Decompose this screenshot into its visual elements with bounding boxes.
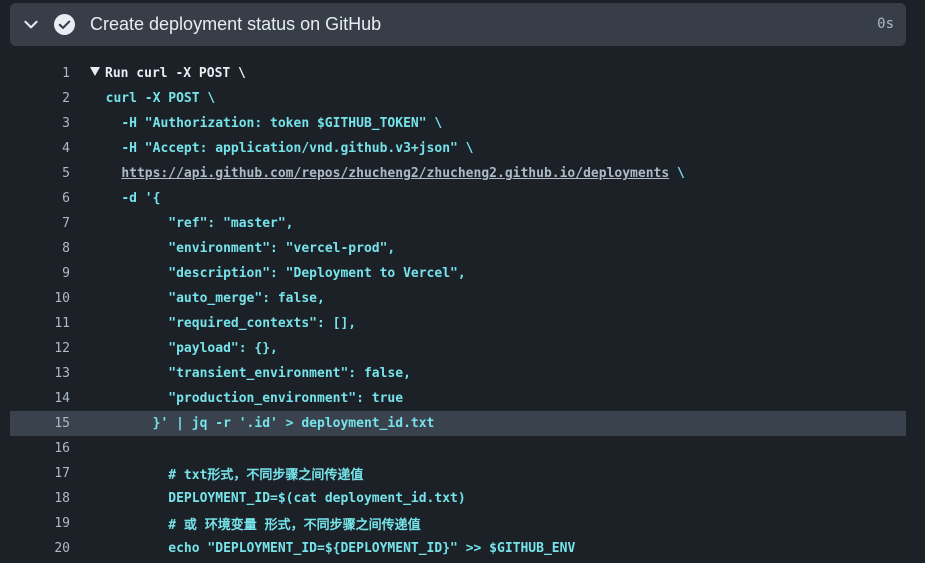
chevron-down-icon[interactable] [22, 15, 40, 33]
line-text: curl -X POST \ [105, 91, 216, 106]
line-number[interactable]: 18 [10, 491, 70, 506]
line-content: -d '{ [90, 191, 160, 206]
log-line[interactable]: 6 -d '{ [10, 186, 906, 211]
line-content: Run curl -X POST \ [90, 66, 246, 81]
log-line[interactable]: 9 "description": "Deployment to Vercel", [10, 261, 906, 286]
line-text: -H "Authorization: token $GITHUB_TOKEN" … [121, 116, 443, 131]
line-number[interactable]: 6 [10, 191, 70, 206]
line-number[interactable]: 3 [10, 116, 70, 131]
log-line[interactable]: 20 echo "DEPLOYMENT_ID=${DEPLOYMENT_ID}"… [10, 536, 906, 561]
line-content: https://api.github.com/repos/zhucheng2/z… [90, 166, 685, 181]
line-content: "description": "Deployment to Vercel", [90, 266, 466, 281]
collapse-triangle-icon[interactable] [90, 67, 100, 76]
line-content: curl -X POST \ [90, 91, 216, 106]
log-line[interactable]: 5 https://api.github.com/repos/zhucheng2… [10, 161, 906, 186]
line-content: -H "Accept: application/vnd.github.v3+js… [90, 141, 474, 156]
step-duration: 0s [877, 16, 894, 32]
step-title: Create deployment status on GitHub [90, 14, 382, 34]
check-circle-icon [54, 14, 75, 35]
line-number[interactable]: 7 [10, 216, 70, 231]
line-text: echo "DEPLOYMENT_ID=${DEPLOYMENT_ID}" >>… [168, 541, 576, 556]
line-text: "production_environment": true [168, 391, 404, 406]
line-text: DEPLOYMENT_ID=$(cat deployment_id.txt) [168, 491, 466, 506]
log-line[interactable]: 4 -H "Accept: application/vnd.github.v3+… [10, 136, 906, 161]
step-header[interactable]: Create deployment status on GitHub 0s [10, 3, 906, 46]
log-line[interactable]: 13 "transient_environment": false, [10, 361, 906, 386]
log-output: 1 Run curl -X POST \ 2 curl -X POST \ 3 -H … [10, 61, 906, 561]
line-text: "environment": "vercel-prod", [168, 241, 396, 256]
line-number[interactable]: 1 [10, 66, 70, 81]
line-text: "auto_merge": false, [168, 291, 325, 306]
line-text: "transient_environment": false, [168, 366, 411, 381]
line-content: DEPLOYMENT_ID=$(cat deployment_id.txt) [90, 491, 466, 506]
line-number[interactable]: 13 [10, 366, 70, 381]
line-content: "production_environment": true [90, 391, 403, 406]
line-number[interactable]: 10 [10, 291, 70, 306]
line-content: }' | jq -r '.id' > deployment_id.txt [90, 416, 435, 431]
line-number[interactable]: 16 [10, 441, 70, 456]
line-number[interactable]: 20 [10, 541, 70, 556]
line-text: -H "Accept: application/vnd.github.v3+js… [121, 141, 474, 156]
line-content: "transient_environment": false, [90, 366, 411, 381]
log-line[interactable]: 2 curl -X POST \ [10, 86, 906, 111]
log-line[interactable]: 7 "ref": "master", [10, 211, 906, 236]
log-line[interactable]: 12 "payload": {}, [10, 336, 906, 361]
line-content: "auto_merge": false, [90, 291, 325, 306]
log-line[interactable]: 11 "required_contexts": [], [10, 311, 906, 336]
line-number[interactable]: 4 [10, 141, 70, 156]
line-content: echo "DEPLOYMENT_ID=${DEPLOYMENT_ID}" >>… [90, 541, 575, 556]
line-number[interactable]: 14 [10, 391, 70, 406]
line-number[interactable]: 15 [10, 416, 70, 431]
line-text: "description": "Deployment to Vercel", [168, 266, 466, 281]
line-content: "payload": {}, [90, 341, 278, 356]
log-line[interactable]: 3 -H "Authorization: token $GITHUB_TOKEN… [10, 111, 906, 136]
line-content: # txt形式，不同步骤之间传递值 [90, 464, 363, 483]
log-line[interactable]: 18 DEPLOYMENT_ID=$(cat deployment_id.txt… [10, 486, 906, 511]
line-number[interactable]: 5 [10, 166, 70, 181]
url-link[interactable]: https://api.github.com/repos/zhucheng2/z… [121, 166, 669, 181]
log-line[interactable]: 10 "auto_merge": false, [10, 286, 906, 311]
line-number[interactable]: 8 [10, 241, 70, 256]
line-content: "required_contexts": [], [90, 316, 356, 331]
line-text: Run curl -X POST \ [105, 66, 246, 81]
log-line[interactable]: 1 Run curl -X POST \ [10, 61, 906, 86]
line-content: "ref": "master", [90, 216, 294, 231]
log-line[interactable]: 8 "environment": "vercel-prod", [10, 236, 906, 261]
line-text: "required_contexts": [], [168, 316, 357, 331]
line-text: }' | jq -r '.id' > deployment_id.txt [152, 416, 435, 431]
line-number[interactable]: 17 [10, 466, 70, 481]
line-content: # 或 环境变量 形式，不同步骤之间传递值 [90, 514, 421, 533]
line-content: -H "Authorization: token $GITHUB_TOKEN" … [90, 116, 442, 131]
job-log-page: Create deployment status on GitHub 0s 1 R… [0, 0, 925, 563]
log-line[interactable]: 14 "production_environment": true [10, 386, 906, 411]
line-text: # 或 环境变量 形式，不同步骤之间传递值 [168, 518, 421, 533]
log-line[interactable]: 16 [10, 436, 906, 461]
log-line[interactable]: 17 # txt形式，不同步骤之间传递值 [10, 461, 906, 486]
line-text: -d '{ [121, 191, 161, 206]
line-text: "ref": "master", [168, 216, 294, 231]
line-text: # txt形式，不同步骤之间传递值 [168, 468, 364, 483]
line-number[interactable]: 19 [10, 516, 70, 531]
line-number[interactable]: 9 [10, 266, 70, 281]
line-text-suffix: \ [669, 166, 685, 181]
line-number[interactable]: 2 [10, 91, 70, 106]
line-content: "environment": "vercel-prod", [90, 241, 395, 256]
log-line[interactable]: 19 # 或 环境变量 形式，不同步骤之间传递值 [10, 511, 906, 536]
line-text: "payload": {}, [168, 341, 278, 356]
log-line[interactable]: 15 }' | jq -r '.id' > deployment_id.txt [10, 411, 906, 436]
line-number[interactable]: 11 [10, 316, 70, 331]
line-number[interactable]: 12 [10, 341, 70, 356]
